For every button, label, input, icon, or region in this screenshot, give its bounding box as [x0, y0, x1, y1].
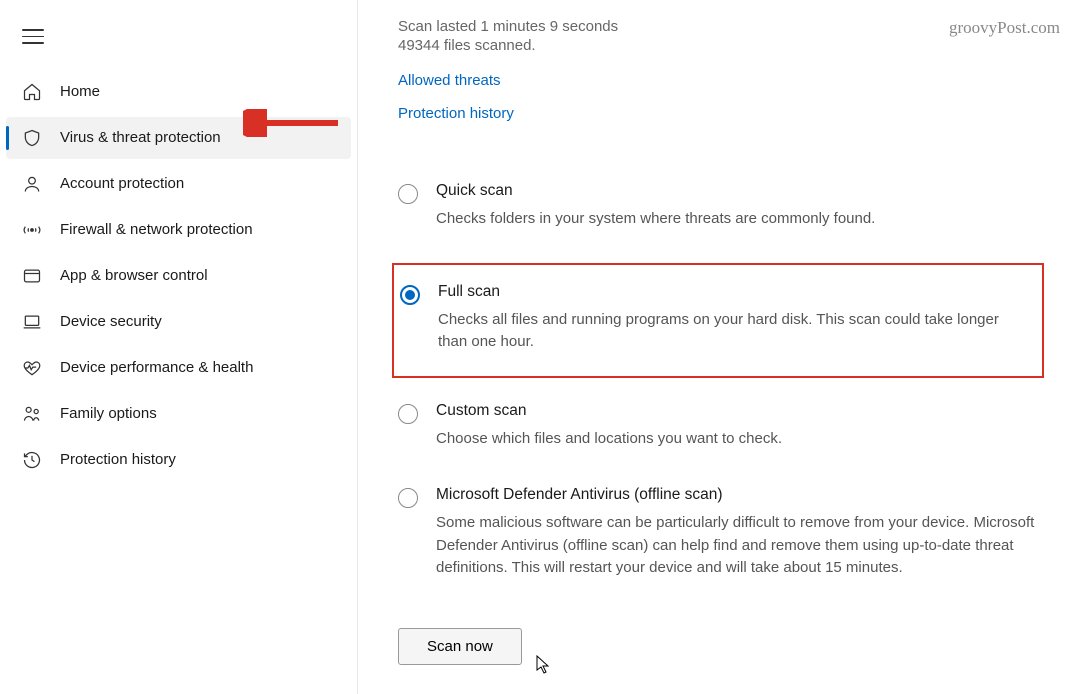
sidebar-item-performance[interactable]: Device performance & health [6, 347, 351, 389]
sidebar-item-home[interactable]: Home [6, 71, 351, 113]
heart-pulse-icon [22, 358, 42, 378]
sidebar: Home Virus & threat protection Account p… [0, 0, 358, 694]
laptop-icon [22, 312, 42, 332]
sidebar-item-account[interactable]: Account protection [6, 163, 351, 205]
sidebar-item-app-browser[interactable]: App & browser control [6, 255, 351, 297]
hamburger-menu-icon[interactable] [22, 24, 44, 49]
option-desc: Choose which files and locations you wan… [436, 428, 1040, 451]
option-quick-scan[interactable]: Quick scan Checks folders in your system… [398, 178, 1040, 235]
scan-now-button[interactable]: Scan now [398, 628, 522, 665]
sidebar-item-firewall[interactable]: Firewall & network protection [6, 209, 351, 251]
watermark: groovyPost.com [949, 18, 1060, 38]
option-desc: Some malicious software can be particula… [436, 512, 1040, 580]
sidebar-label: Virus & threat protection [60, 129, 221, 146]
person-icon [22, 174, 42, 194]
allowed-threats-link[interactable]: Allowed threats [398, 72, 1040, 89]
radio-full-scan[interactable] [400, 285, 420, 305]
option-custom-scan[interactable]: Custom scan Choose which files and locat… [398, 398, 1040, 455]
option-desc: Checks all files and running programs on… [438, 309, 1022, 354]
sidebar-item-device-security[interactable]: Device security [6, 301, 351, 343]
protection-history-link[interactable]: Protection history [398, 105, 1040, 122]
home-icon [22, 82, 42, 102]
option-offline-scan[interactable]: Microsoft Defender Antivirus (offline sc… [398, 482, 1040, 584]
radio-custom-scan[interactable] [398, 404, 418, 424]
option-title: Quick scan [436, 182, 1040, 200]
files-scanned: 49344 files scanned. [398, 37, 1040, 54]
family-icon [22, 404, 42, 424]
sidebar-label: Firewall & network protection [60, 221, 253, 238]
sidebar-label: Home [60, 83, 100, 100]
sidebar-item-history[interactable]: Protection history [6, 439, 351, 481]
sidebar-item-family[interactable]: Family options [6, 393, 351, 435]
sidebar-label: Family options [60, 405, 157, 422]
radio-offline-scan[interactable] [398, 488, 418, 508]
main-content: Scan lasted 1 minutes 9 seconds 49344 fi… [358, 0, 1080, 694]
sidebar-label: Device performance & health [60, 359, 253, 376]
sidebar-label: Device security [60, 313, 162, 330]
sidebar-label: Account protection [60, 175, 184, 192]
option-title: Custom scan [436, 402, 1040, 420]
cursor-icon [535, 654, 553, 676]
radio-quick-scan[interactable] [398, 184, 418, 204]
sidebar-label: App & browser control [60, 267, 208, 284]
sidebar-item-virus-threat[interactable]: Virus & threat protection [6, 117, 351, 159]
option-title: Microsoft Defender Antivirus (offline sc… [436, 486, 1040, 504]
option-full-scan[interactable]: Full scan Checks all files and running p… [400, 279, 1022, 358]
antenna-icon [22, 220, 42, 240]
scan-duration: Scan lasted 1 minutes 9 seconds [398, 18, 1040, 35]
option-desc: Checks folders in your system where thre… [436, 208, 1040, 231]
scan-options: Quick scan Checks folders in your system… [398, 178, 1040, 665]
option-title: Full scan [438, 283, 1022, 301]
sidebar-label: Protection history [60, 451, 176, 468]
app-icon [22, 266, 42, 286]
highlight-annotation: Full scan Checks all files and running p… [392, 263, 1044, 378]
shield-icon [22, 128, 42, 148]
history-icon [22, 450, 42, 470]
